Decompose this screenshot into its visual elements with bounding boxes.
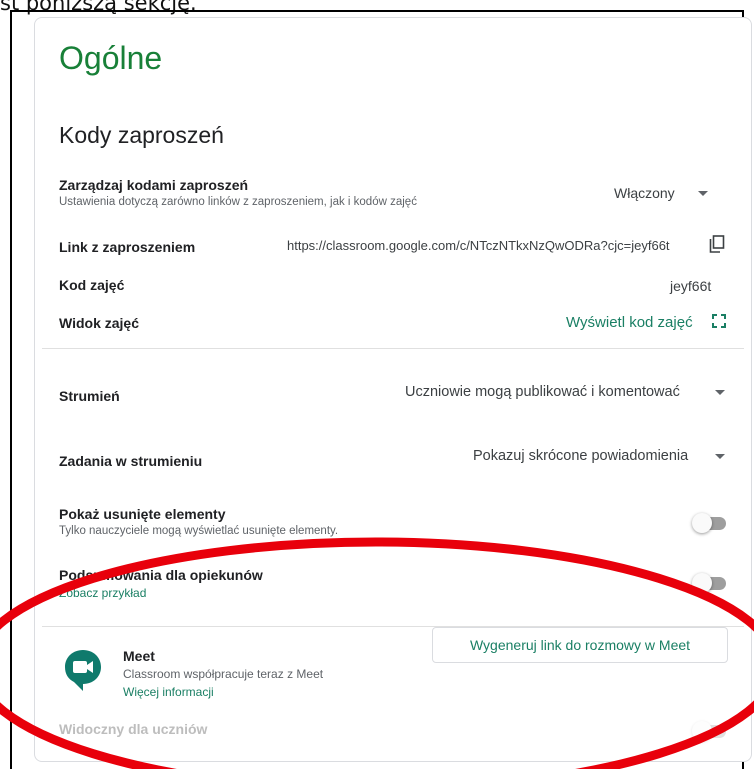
class-code-label: Kod zajęć [59,277,125,293]
guardian-summary-label: Podsumowania dla opiekunów [59,567,263,583]
meet-title: Meet [123,648,155,664]
dropdown-caret-icon[interactable] [715,454,725,459]
stream-tasks-select[interactable]: Pokazuj skrócone powiadomienia [473,448,688,464]
dropdown-caret-icon[interactable] [698,191,708,196]
invite-codes-title: Kody zaproszeń [59,122,224,148]
section-title: Ogólne [59,40,163,76]
copy-icon[interactable] [709,235,725,253]
class-view-label: Widok zajęć [59,315,140,331]
invite-link-value: https://classroom.google.com/c/NTczNTkxN… [287,238,670,253]
generate-meet-link-button[interactable]: Wygeneruj link do rozmowy w Meet [432,627,728,663]
stream-label: Strumień [59,388,120,404]
visible-to-students-label: Widoczny dla uczniów [59,721,208,737]
meet-description: Classroom współpracuje teraz z Meet [123,667,324,681]
show-deleted-toggle[interactable] [692,513,728,533]
manage-codes-label: Zarządzaj kodami zaproszeń [59,177,249,193]
manage-codes-description: Ustawienia dotyczą zarówno linków z zapr… [59,196,417,208]
visible-to-students-toggle[interactable] [692,721,728,741]
stream-select[interactable]: Uczniowie mogą publikować i komentować [405,384,680,400]
more-info-link[interactable]: Więcej informacji [123,685,214,699]
see-example-link[interactable]: Zobacz przykład [59,586,146,600]
meet-logo-icon [65,650,101,691]
guardian-summary-toggle[interactable] [692,573,728,593]
manage-codes-select[interactable]: Włączony [614,185,675,201]
fullscreen-icon[interactable] [712,314,726,328]
stream-tasks-label: Zadania w strumieniu [59,453,203,469]
divider [42,348,744,349]
class-code-value: jeyf66t [670,278,712,294]
show-deleted-description: Tylko nauczyciele mogą wyświetlać usunię… [59,525,339,537]
invite-link-label: Link z zaproszeniem [59,239,196,255]
dropdown-caret-icon[interactable] [715,390,725,395]
show-class-code-link[interactable]: Wyświetl kod zajęć [566,314,693,331]
show-deleted-label: Pokaż usunięte elementy [59,506,226,522]
